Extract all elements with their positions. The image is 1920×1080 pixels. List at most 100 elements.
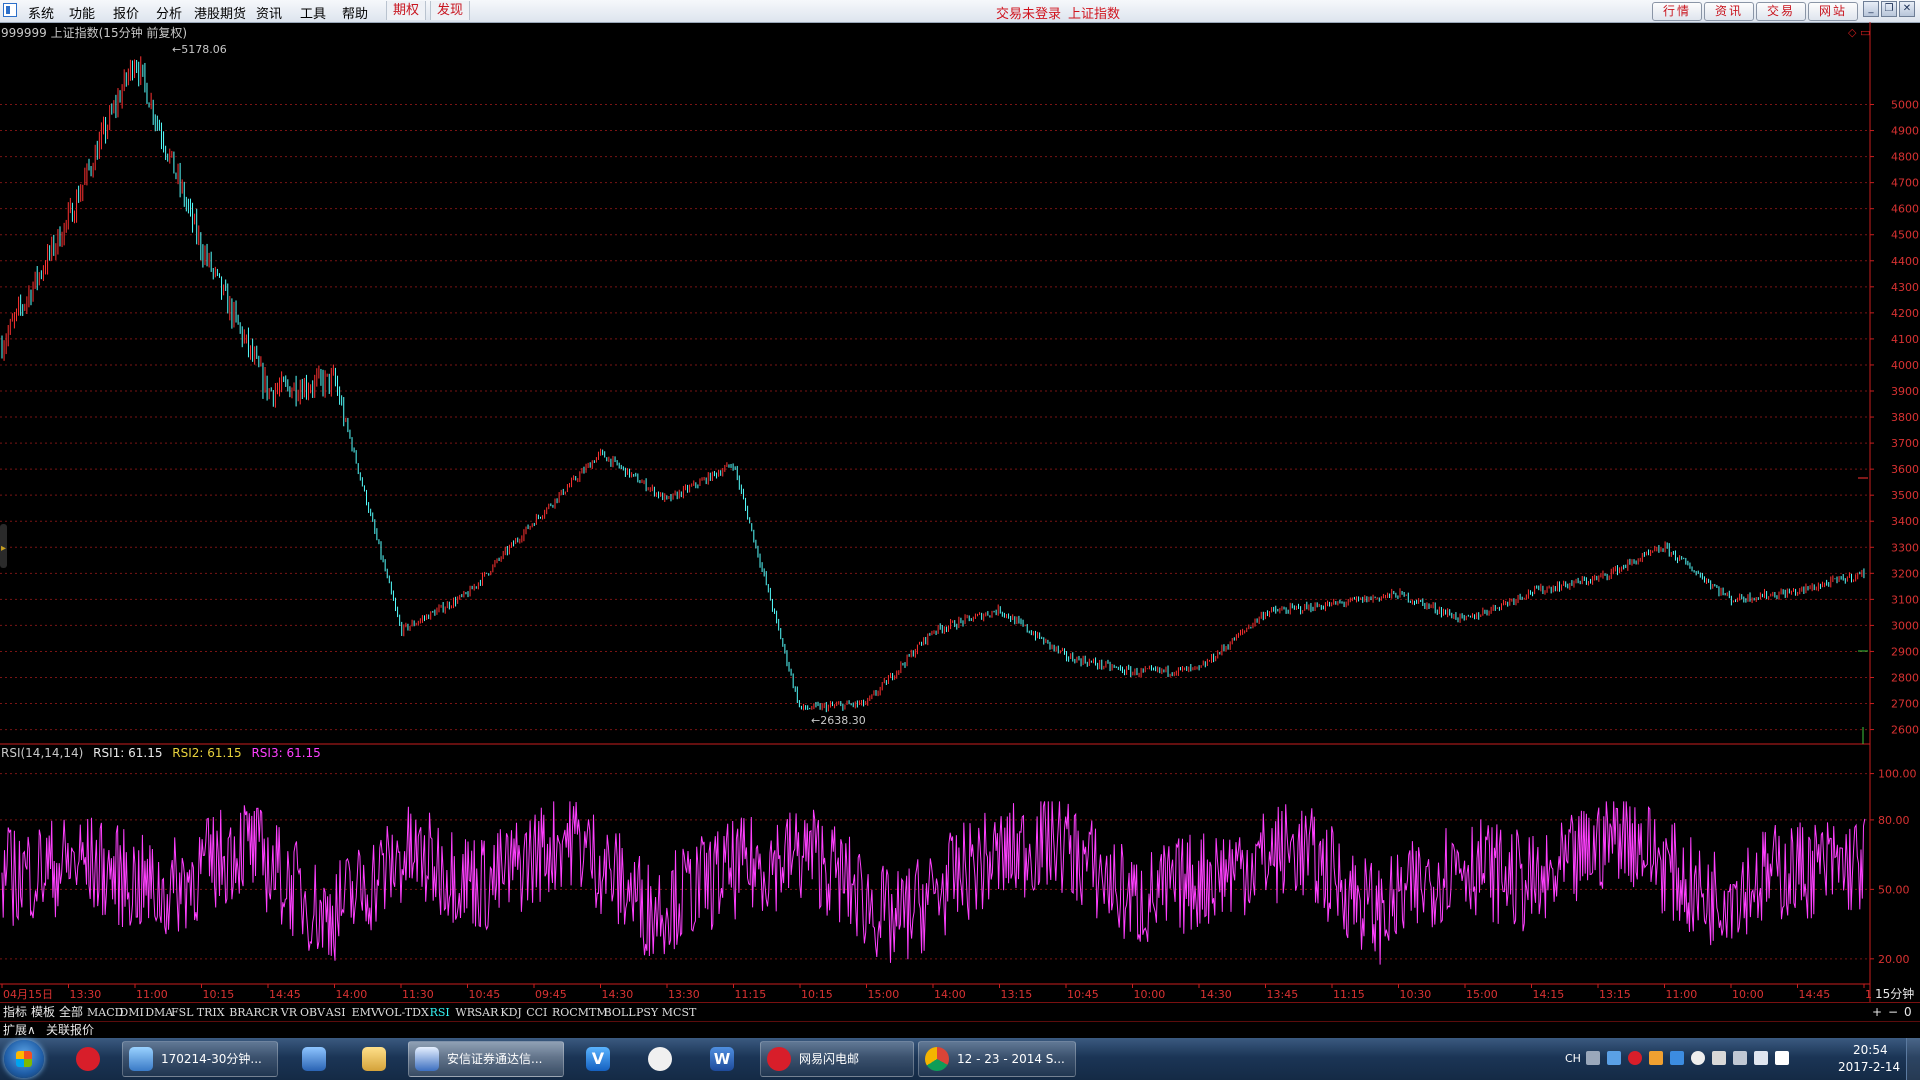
tab-control-1[interactable]: − — [1888, 1005, 1898, 1020]
menu-options[interactable]: 期权 — [386, 1, 427, 20]
menu-system[interactable]: 系统 — [28, 3, 54, 22]
taskbar-item-mail[interactable]: 网易闪电邮 — [760, 1041, 914, 1077]
indicator-tab-cr[interactable]: CR — [262, 1005, 279, 1020]
indicator-tab-vol-tdx[interactable]: VOL-TDX — [377, 1005, 428, 1020]
indicator-tab-boll[interactable]: BOLL — [604, 1005, 636, 1020]
taskbar-pin-v[interactable]: V — [576, 1041, 620, 1077]
website-button[interactable]: 网站 — [1808, 2, 1858, 21]
monitor-icon[interactable] — [1733, 1051, 1747, 1065]
indicator-tab-obv[interactable]: OBV — [300, 1005, 325, 1020]
trade-login-status[interactable]: 交易未登录 — [996, 3, 1061, 22]
indicator-tab-rsi[interactable]: RSI — [430, 1005, 450, 1020]
current-symbol-name: 上证指数 — [1068, 7, 1121, 22]
paint-icon — [129, 1047, 153, 1071]
price-tick-label: 3300 — [1891, 541, 1919, 554]
netease-mail-icon — [767, 1047, 791, 1071]
price-chart[interactable]: 999999 上证指数(15分钟 前复权) ◇ ▭ 5000 4900 4800 47… — [0, 22, 1920, 1002]
taskbar-pin-weibo[interactable] — [638, 1041, 682, 1077]
news-button[interactable]: 资讯 — [1704, 2, 1754, 21]
security-icon[interactable] — [1649, 1051, 1663, 1065]
indicator-tab-cci[interactable]: CCI — [526, 1005, 547, 1020]
time-tick-label: 10:45 — [1067, 988, 1099, 1001]
expand-arrow-icon[interactable]: ▸ — [1, 543, 6, 554]
trade-button[interactable]: 交易 — [1756, 2, 1806, 21]
tdx-app-icon — [415, 1047, 439, 1071]
indicator-tab-macd[interactable]: MACD — [87, 1005, 123, 1020]
netease-icon — [76, 1047, 100, 1071]
time-tick-label: 11:15 — [735, 988, 767, 1001]
chart-corner-icons[interactable]: ◇ ▭ — [1848, 26, 1870, 39]
time-tick-label: 10:00 — [1134, 988, 1166, 1001]
indicator-tab-mcst[interactable]: MCST — [662, 1005, 697, 1020]
taskbar-pin-netease[interactable] — [66, 1041, 110, 1077]
volume-icon[interactable] — [1754, 1051, 1768, 1065]
restore-icon[interactable]: ❐ — [1881, 1, 1897, 17]
related-quotes-link[interactable]: 关联报价 — [46, 1023, 94, 1038]
taskbar-item-chrome[interactable]: 12 - 23 - 2014 S... — [918, 1041, 1076, 1077]
clock-time[interactable]: 20:54 — [1853, 1043, 1888, 1057]
time-tick-label: 11:00 — [1666, 988, 1698, 1001]
price-tick-label: 2800 — [1891, 671, 1919, 684]
time-tick-label: 11:15 — [1333, 988, 1365, 1001]
tencent-icon[interactable] — [1712, 1051, 1726, 1065]
tray-icons[interactable] — [1586, 1051, 1816, 1067]
indicator-tab-bar: 指标 模板 全部 MACD DMI DMA FSL TRIX BRAR CR VR OBV ASI EMV… — [0, 1002, 1920, 1021]
price-tick-label: 4300 — [1891, 281, 1919, 294]
taskbar-pin-word[interactable]: W — [700, 1041, 744, 1077]
minimize-icon[interactable]: _ — [1863, 1, 1879, 17]
indicator-tab-asi[interactable]: ASI — [326, 1005, 346, 1020]
taskbar-pin-windows[interactable] — [292, 1041, 336, 1077]
flag-icon[interactable] — [1775, 1051, 1789, 1065]
clock-date[interactable]: 2017-2-14 — [1838, 1060, 1900, 1074]
taskbar-pin-explorer[interactable] — [352, 1041, 396, 1077]
taskbar-item-tdx[interactable]: 安信证券通达信... — [408, 1041, 564, 1077]
menu-quote[interactable]: 报价 — [113, 3, 139, 22]
time-tick-label: 14:00 — [336, 988, 368, 1001]
indicator-tab-wr[interactable]: WR — [455, 1005, 475, 1020]
indicator-tab-kdj[interactable]: KDJ — [500, 1005, 521, 1020]
indicator-tab-dmi[interactable]: DMI — [119, 1005, 143, 1020]
menu-tools[interactable]: 工具 — [300, 3, 326, 22]
keyboard-icon[interactable] — [1586, 1051, 1600, 1065]
menu-hk-futures[interactable]: 港股期货 — [194, 3, 246, 22]
indicator-tab-指标[interactable]: 指标 — [3, 1005, 27, 1020]
cloud-icon[interactable] — [1670, 1051, 1684, 1065]
indicator-tab-trix[interactable]: TRIX — [197, 1005, 225, 1020]
price-tick-label: 5000 — [1891, 99, 1919, 112]
indicator-tab-模板[interactable]: 模板 — [31, 1005, 55, 1020]
taskbar-item-chart-file[interactable]: 170214-30分钟... — [122, 1041, 278, 1077]
indicator-tab-dma[interactable]: DMA — [145, 1005, 173, 1020]
app-logo-icon[interactable] — [3, 3, 17, 17]
weibo-tray-icon[interactable] — [1691, 1051, 1705, 1065]
period-label[interactable]: 15分钟 — [1875, 986, 1914, 1001]
quotes-button[interactable]: 行情 — [1652, 2, 1702, 21]
menu-help[interactable]: 帮助 — [342, 3, 368, 22]
menu-discover[interactable]: 发现 — [430, 1, 471, 20]
close-icon[interactable]: ✕ — [1899, 1, 1915, 17]
indicator-tab-roc[interactable]: ROC — [552, 1005, 578, 1020]
indicator-tab-psy[interactable]: PSY — [636, 1005, 658, 1020]
menu-news[interactable]: 资讯 — [256, 3, 282, 22]
indicator-tab-emv[interactable]: EMV — [352, 1005, 379, 1020]
indicator-tab-brar[interactable]: BRAR — [229, 1005, 262, 1020]
menu-analysis[interactable]: 分析 — [156, 3, 182, 22]
tab-control-2[interactable]: 0 — [1904, 1005, 1912, 1020]
indicator-tab-sar[interactable]: SAR — [475, 1005, 499, 1020]
price-tick-label: 4800 — [1891, 151, 1919, 164]
network-app-icon[interactable] — [1607, 1051, 1621, 1065]
rsi-legend: RSI(14,14,14) RSI1: 61.15 RSI2: 61.15 RS… — [1, 746, 321, 760]
menu-function[interactable]: 功能 — [69, 3, 95, 22]
price-tick-label: 3200 — [1891, 567, 1919, 580]
window-switch-icon — [302, 1047, 326, 1071]
indicator-tab-全部[interactable]: 全部 — [59, 1005, 83, 1020]
time-tick-label: 14:45 — [269, 988, 301, 1001]
tab-control-0[interactable]: + — [1872, 1005, 1882, 1020]
expand-toggle[interactable]: 扩展∧ — [3, 1023, 36, 1038]
indicator-tab-vr[interactable]: VR — [281, 1005, 297, 1020]
indicator-tab-fsl[interactable]: FSL — [171, 1005, 193, 1020]
show-desktop-button[interactable] — [1906, 1038, 1920, 1080]
chrome-icon — [925, 1047, 949, 1071]
start-button[interactable] — [4, 1040, 44, 1078]
tray-language[interactable]: CH — [1565, 1052, 1581, 1065]
netease-tray-icon[interactable] — [1628, 1051, 1642, 1065]
